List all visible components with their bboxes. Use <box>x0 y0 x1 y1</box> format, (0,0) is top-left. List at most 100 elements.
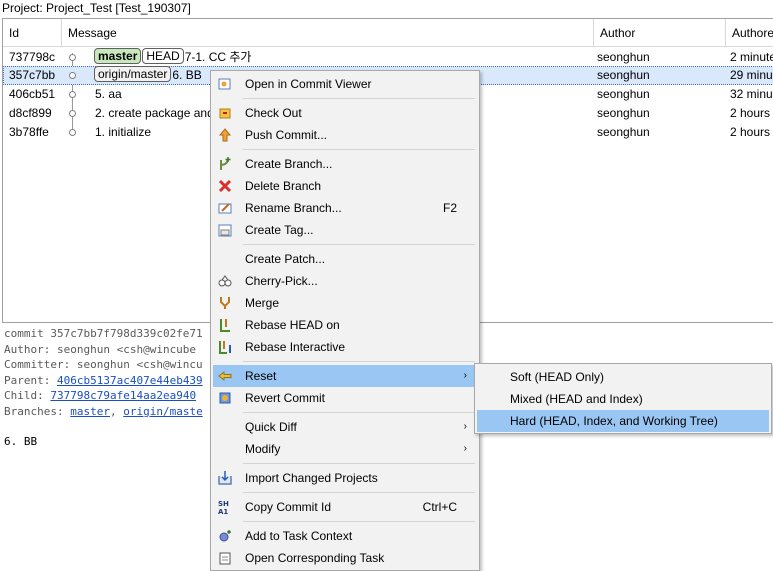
commit-author: seonghun <box>597 106 650 120</box>
menu-item-rebase-head-on[interactable]: Rebase HEAD on <box>213 314 477 336</box>
commit-author: seonghun <box>597 125 650 139</box>
submenu-arrow: › <box>463 370 467 381</box>
column-header-id[interactable]: Id <box>3 19 62 47</box>
menu-item-label: Push Commit... <box>245 128 328 142</box>
menu-item-label: Rebase Interactive <box>245 340 346 354</box>
submenu-arrow: › <box>463 421 467 432</box>
menu-item-push-commit[interactable]: Push Commit... <box>213 124 477 146</box>
rename-icon <box>217 200 233 216</box>
menu-item-label: Create Branch... <box>245 157 333 171</box>
commit-details-panel: commit 357c7bb7f798d339c02fe71 Author: s… <box>4 326 214 450</box>
menu-item-label: Quick Diff <box>245 420 297 434</box>
menu-item-reset-soft[interactable]: Soft (HEAD Only) <box>477 366 769 388</box>
commit-id: d8cf899 <box>9 106 52 120</box>
menu-item-open-in-commit-viewer[interactable]: Open in Commit Viewer <box>213 73 477 95</box>
menu-separator <box>243 149 475 150</box>
commit-authored: 32 minutes ago <box>730 87 773 101</box>
menu-item-label: Rebase HEAD on <box>245 318 340 332</box>
menu-item-create-tag[interactable]: Create Tag... <box>213 219 477 241</box>
commit-authored: 29 minutes ago <box>730 68 773 82</box>
commit-id: 737798c <box>9 50 56 64</box>
revert-icon <box>217 390 233 406</box>
svg-text:A1: A1 <box>218 508 228 515</box>
create-branch-icon <box>217 156 233 172</box>
menu-item-shortcut: F2 <box>442 201 457 215</box>
menu-item-import-changed-projects[interactable]: Import Changed Projects <box>213 467 477 489</box>
menu-item-check-out[interactable]: Check Out <box>213 102 477 124</box>
column-header-authored[interactable]: Authored <box>726 19 773 47</box>
details-commit-line: commit 357c7bb7f798d339c02fe71 <box>4 327 203 340</box>
commit-id: 357c7bb <box>9 68 56 82</box>
submenu-arrow: › <box>463 443 467 454</box>
column-header-message[interactable]: Message <box>62 19 594 47</box>
menu-item-label: Reset <box>245 369 277 383</box>
cherry-pick-icon <box>217 273 233 289</box>
menu-item-delete-branch[interactable]: Delete Branch <box>213 175 477 197</box>
details-child-label: Child: <box>4 389 44 402</box>
table-row[interactable]: 737798c master HEAD 7-1. CC 추가 seonghun 2 … <box>3 48 773 67</box>
menu-separator <box>243 244 475 245</box>
reset-submenu: Soft (HEAD Only) Mixed (HEAD and Index) … <box>474 363 772 434</box>
import-projects-icon <box>217 470 233 486</box>
details-branches-separator: , <box>109 404 117 418</box>
commit-viewer-icon <box>217 76 233 92</box>
commit-author: seonghun <box>597 50 650 64</box>
menu-item-merge[interactable]: Merge <box>213 292 477 314</box>
menu-item-label: Delete Branch <box>245 179 322 193</box>
menu-item-reset-mixed[interactable]: Mixed (HEAD and Index) <box>477 388 769 410</box>
details-author-line: Author: seonghun <csh@wincube <box>4 342 197 356</box>
menu-item-open-corresponding-task[interactable]: Open Corresponding Task <box>213 547 477 569</box>
task-icon <box>217 550 233 566</box>
menu-item-rename-branch[interactable]: Rename Branch... F2 <box>213 197 477 219</box>
reset-icon <box>217 368 233 384</box>
commit-id: 406cb51 <box>9 87 56 101</box>
menu-item-revert-commit[interactable]: Revert Commit <box>213 387 477 409</box>
history-context-menu: Open in Commit Viewer Check Out Push Com… <box>210 70 480 571</box>
menu-separator <box>243 463 475 464</box>
menu-item-label: Mixed (HEAD and Index) <box>510 392 643 406</box>
commit-authored: 2 hours ago <box>730 125 773 139</box>
parent-commit-link[interactable]: 406cb5137ac407e44eb439 <box>57 374 203 387</box>
delete-icon <box>217 178 233 194</box>
menu-item-label: Hard (HEAD, Index, and Working Tree) <box>510 414 718 428</box>
commit-message-text: 6. BB <box>172 68 202 82</box>
menu-item-label: Check Out <box>245 106 302 120</box>
rebase-interactive-icon <box>217 339 233 355</box>
branch-master-link[interactable]: master <box>70 405 110 418</box>
menu-separator <box>243 492 475 493</box>
commit-id: 3b78ffe <box>9 125 49 139</box>
task-context-icon <box>217 528 233 544</box>
menu-item-quick-diff[interactable]: Quick Diff › <box>213 416 477 438</box>
menu-item-modify[interactable]: Modify › <box>213 438 477 460</box>
menu-item-create-branch[interactable]: Create Branch... <box>213 153 477 175</box>
menu-item-copy-commit-id[interactable]: SH A1 Copy Commit Id Ctrl+C <box>213 496 477 518</box>
child-commit-link[interactable]: 737798c79afe14aa2ea940 <box>50 389 196 402</box>
menu-item-reset-hard[interactable]: Hard (HEAD, Index, and Working Tree) <box>477 410 769 432</box>
checkout-icon <box>217 105 233 121</box>
column-header-author[interactable]: Author <box>594 19 726 47</box>
menu-item-label: Revert Commit <box>245 391 326 405</box>
project-title: Project: Project_Test [Test_190307] <box>2 1 191 15</box>
menu-item-label: Open in Commit Viewer <box>245 77 372 91</box>
table-header: Id Message Author Authored <box>3 19 773 47</box>
menu-item-label: Soft (HEAD Only) <box>510 370 605 384</box>
menu-separator <box>243 361 475 362</box>
details-branches-label: Branches: <box>4 404 64 418</box>
menu-item-create-patch[interactable]: Create Patch... <box>213 248 477 270</box>
details-branches-line: Branches: master, origin/maste <box>4 404 214 420</box>
commit-graph-node <box>69 129 76 136</box>
details-child-line: Child: 737798c79afe14aa2ea940 <box>4 388 214 404</box>
details-parent-label: Parent: <box>4 373 51 387</box>
menu-item-reset[interactable]: Reset › <box>213 365 477 387</box>
branch-origin-master-link[interactable]: origin/maste <box>123 405 202 418</box>
menu-item-label: Rename Branch... <box>245 201 342 215</box>
menu-item-rebase-interactive[interactable]: Rebase Interactive <box>213 336 477 358</box>
menu-separator <box>243 98 475 99</box>
menu-item-cherry-pick[interactable]: Cherry-Pick... <box>213 270 477 292</box>
push-icon <box>217 127 233 143</box>
commit-author: seonghun <box>597 87 650 101</box>
ref-badge-origin-master: origin/master <box>94 66 172 82</box>
commit-authored: 2 minutes ago <box>730 50 773 64</box>
menu-item-label: Modify <box>245 442 281 456</box>
menu-item-add-to-task-context[interactable]: Add to Task Context <box>213 525 477 547</box>
